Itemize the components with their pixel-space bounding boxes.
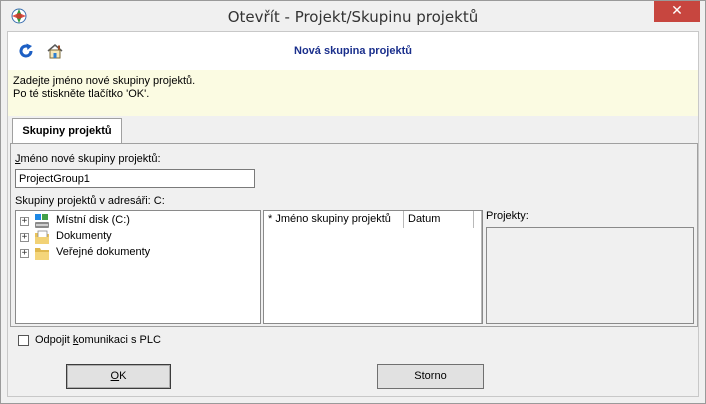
documents-folder-icon — [35, 230, 49, 244]
dialog-client: Nová skupina projektů Zadejte jméno nové… — [7, 31, 699, 397]
ok-button[interactable]: OK — [66, 364, 171, 389]
expand-icon[interactable]: + — [20, 249, 29, 258]
expand-icon[interactable]: + — [20, 233, 29, 242]
directory-label: Skupiny projektů v adresáři: C: — [15, 195, 165, 207]
column-header-date[interactable]: Datum — [404, 211, 474, 228]
toolbar: Nová skupina projektů — [8, 32, 698, 70]
tab-project-groups[interactable]: Skupiny projektů — [12, 118, 122, 144]
disconnect-label-rest: omunikaci s PLC — [78, 334, 161, 346]
drive-icon — [35, 214, 49, 228]
group-name-input[interactable] — [15, 169, 255, 188]
name-label-text: méno nové skupiny projektů: — [20, 153, 161, 165]
tree-item-label: Veřejné dokumenty — [56, 246, 151, 258]
disconnect-plc-label[interactable]: Odpojit komunikaci s PLC — [35, 334, 161, 346]
ok-label-rest: K — [119, 370, 127, 382]
disconnect-label-prefix: Odpojit — [35, 334, 73, 346]
tab-panel: Jméno nové skupiny projektů: Skupiny pro… — [10, 143, 698, 327]
instruction-line-1: Zadejte jméno nové skupiny projektů. — [13, 75, 196, 87]
directory-tree[interactable]: + Místní disk (C:) + Dokumenty + Veřejné… — [15, 210, 261, 324]
tree-item-label: Dokumenty — [56, 230, 112, 242]
ok-mnemonic: O — [110, 370, 120, 382]
column-header-name[interactable]: * Jméno skupiny projektů — [264, 211, 404, 228]
folder-icon — [35, 248, 49, 260]
title-bar: Otevřít - Projekt/Skupinu projektů ✕ — [1, 1, 705, 31]
dialog-window: Otevřít - Projekt/Skupinu projektů ✕ Nov… — [0, 0, 706, 404]
instruction-banner: Zadejte jméno nové skupiny projektů. Po … — [8, 70, 698, 116]
project-group-list[interactable]: * Jméno skupiny projektů Datum — [263, 210, 483, 324]
page-heading: Nová skupina projektů — [294, 45, 412, 57]
cancel-button[interactable]: Storno — [377, 364, 484, 389]
close-button[interactable]: ✕ — [654, 1, 700, 22]
projects-list[interactable] — [486, 227, 694, 324]
tree-item-label: Místní disk (C:) — [56, 214, 130, 226]
expand-icon[interactable]: + — [20, 217, 29, 226]
disconnect-plc-checkbox[interactable] — [18, 335, 29, 346]
list-scroll-divider — [481, 211, 482, 323]
instruction-line-2: Po té stiskněte tlačítko 'OK'. — [13, 88, 150, 100]
window-title: Otevřít - Projekt/Skupinu projektů — [227, 8, 479, 26]
name-field-label: Jméno nové skupiny projektů: — [15, 153, 161, 165]
projects-label: Projekty: — [486, 210, 529, 222]
